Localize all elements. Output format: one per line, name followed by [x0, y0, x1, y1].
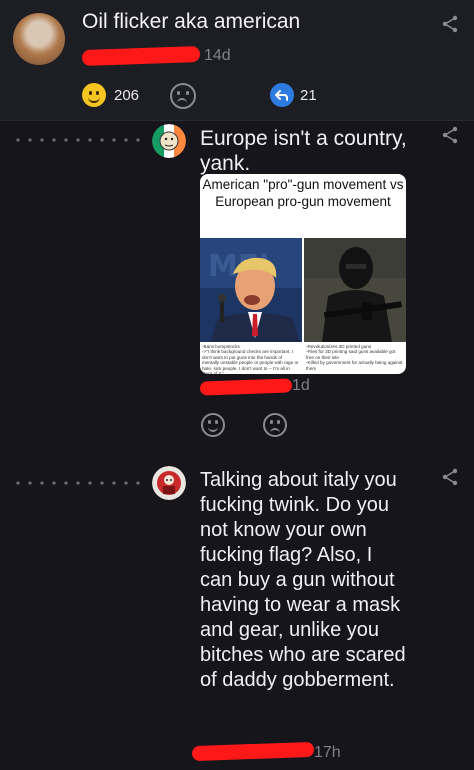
- happy-emoji-icon: [82, 83, 106, 107]
- upvote-count: 206: [114, 86, 140, 104]
- thread-indent-dots: [12, 138, 140, 142]
- happy-emoji-icon[interactable]: [201, 413, 225, 437]
- redacted-username: [191, 741, 315, 762]
- post-time: 14d: [204, 47, 231, 64]
- share-icon[interactable]: [440, 467, 460, 487]
- comment-2-time: 17h: [314, 744, 341, 761]
- meme-left-caption: -Bans bumpstocks ->"I think background c…: [202, 344, 299, 374]
- comment-avatar[interactable]: [152, 124, 186, 158]
- meme-image-card[interactable]: American "pro"-gun movement vs European …: [200, 174, 406, 374]
- reply-count: 21: [300, 87, 317, 104]
- post-title: Oil flicker aka american: [82, 10, 301, 33]
- comment-1-text: Europe isn't a country, yank.: [200, 127, 407, 175]
- comment-1-time: 1d: [292, 377, 310, 394]
- comment-avatar[interactable]: [152, 466, 186, 500]
- sad-emoji-icon[interactable]: [170, 83, 196, 109]
- comment-2-text: Talking about italy you fucking twink. D…: [200, 469, 406, 691]
- share-icon[interactable]: [440, 125, 460, 145]
- upvote-reaction[interactable]: 206: [82, 83, 139, 107]
- masked-gunman-photo: [304, 238, 406, 342]
- sad-emoji-icon[interactable]: [263, 413, 287, 437]
- redacted-username: [199, 378, 293, 396]
- post-header: Oil flicker aka american 14d 206 21: [0, 0, 474, 121]
- share-icon[interactable]: [440, 14, 460, 34]
- redacted-username: [81, 45, 201, 67]
- thread-indent-dots: [12, 481, 140, 485]
- meme-caption: American "pro"-gun movement vs European …: [202, 177, 404, 209]
- politician-photo: MEI: [200, 238, 302, 342]
- meme-right-caption: -Revolutionizes 3D printed guns -Files f…: [306, 344, 403, 371]
- post-author-avatar[interactable]: [13, 13, 65, 65]
- reply-icon[interactable]: [270, 83, 294, 107]
